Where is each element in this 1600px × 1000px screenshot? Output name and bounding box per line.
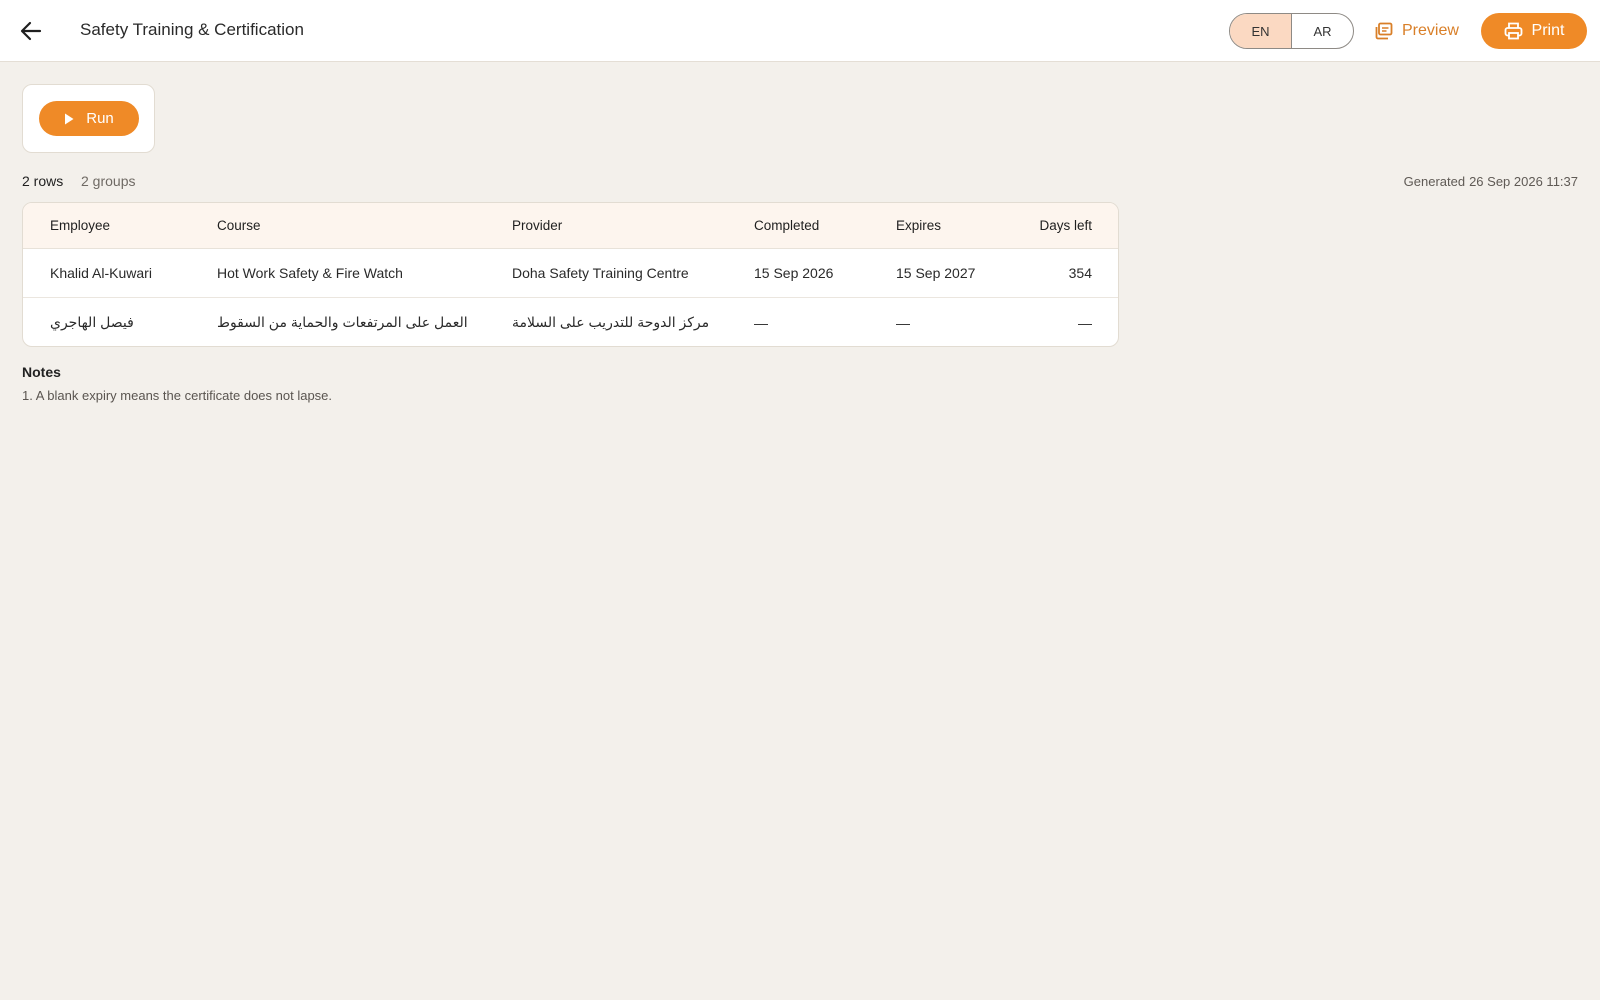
cell-course: Hot Work Safety & Fire Watch [217,265,403,281]
column-header-days-left[interactable]: Days left [1039,203,1092,248]
cell-employee: Khalid Al-Kuwari [50,265,152,281]
page-title: Safety Training & Certification [80,20,304,39]
cell-days-left: 354 [1068,265,1092,281]
preview-icon [1375,22,1393,40]
column-header-provider[interactable]: Provider [512,203,562,248]
run-button[interactable]: Run [39,101,139,136]
cell-completed: 15 Sep 2026 [754,265,834,281]
group-count: 2 groups [81,173,136,189]
cell-provider: Doha Safety Training Centre [512,265,689,281]
arrow-left-icon [20,21,42,41]
cell-days-left: — [1078,314,1092,331]
column-header-employee[interactable]: Employee [50,203,110,248]
note-item: 1. A blank expiry means the certificate … [22,388,333,403]
notes-heading: Notes [22,364,61,380]
top-bar: Safety Training & Certification EN AR Pr… [0,0,1600,62]
results-table: Employee Course Provider Completed Expir… [22,202,1119,347]
column-header-course[interactable]: Course [217,203,261,248]
printer-icon [1504,22,1522,40]
play-icon [65,113,74,124]
generated-timestamp: Generated 26 Sep 2026 11:37 [1400,174,1578,189]
preview-label: Preview [1402,22,1459,39]
cell-expires: — [896,314,910,331]
language-toggle[interactable]: EN AR [1229,13,1354,49]
column-header-expires[interactable]: Expires [896,203,941,248]
cell-expires: 15 Sep 2027 [896,265,976,281]
lang-option-en[interactable]: EN [1230,14,1292,48]
generated-label: Generated [1403,174,1466,189]
column-header-completed[interactable]: Completed [754,203,819,248]
run-card: Run [22,84,155,153]
lang-option-ar[interactable]: AR [1292,14,1353,48]
run-label: Run [86,110,114,127]
cell-course: العمل على المرتفعات والحماية من السقوط [217,314,468,330]
preview-button[interactable]: Preview [1374,16,1459,46]
generated-at: 26 Sep 2026 11:37 [1469,174,1578,189]
table-row: فيصل الهاجري العمل على المرتفعات والحماي… [23,298,1118,346]
cell-completed: — [754,314,768,331]
table-row: Khalid Al-Kuwari Hot Work Safety & Fire … [23,249,1118,298]
cell-provider: مركز الدوحة للتدريب على السلامة [512,314,710,330]
print-label: Print [1531,22,1565,39]
back-button[interactable] [14,14,48,48]
print-button[interactable]: Print [1481,13,1587,49]
row-count: 2 rows [22,173,64,189]
cell-employee: فيصل الهاجري [50,314,134,330]
table-header: Employee Course Provider Completed Expir… [23,203,1118,249]
